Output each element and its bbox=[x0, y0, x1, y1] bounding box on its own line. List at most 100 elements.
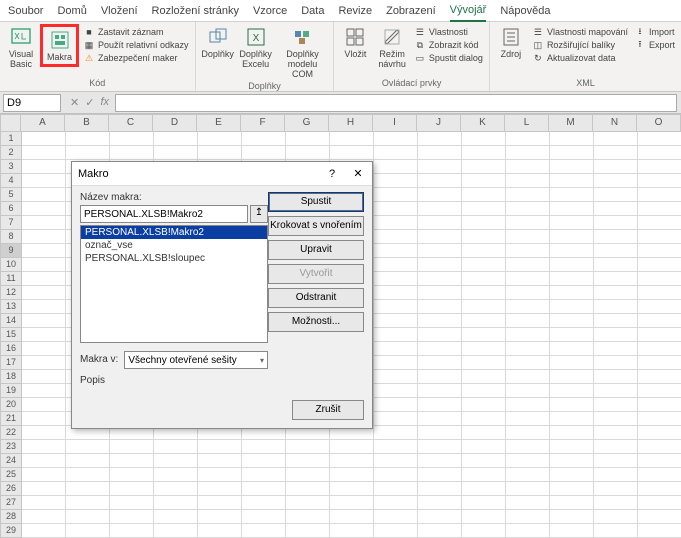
mapovani-button[interactable]: ☰Vlastnosti mapování bbox=[530, 26, 630, 38]
tab-vzorce[interactable]: Vzorce bbox=[253, 5, 287, 17]
zobrazit-kod-button[interactable]: ⧉Zobrazit kód bbox=[412, 39, 485, 51]
tab-data[interactable]: Data bbox=[301, 5, 324, 17]
row-header[interactable]: 28 bbox=[0, 510, 22, 524]
row-header[interactable]: 10 bbox=[0, 258, 22, 272]
spustit-button[interactable]: Spustit bbox=[268, 192, 364, 212]
relativni-odkazy-button[interactable]: ▦Použít relativní odkazy bbox=[81, 39, 191, 51]
zrusit-button[interactable]: Zrušit bbox=[292, 400, 364, 420]
col-header[interactable]: L bbox=[505, 114, 549, 132]
makra-v-combo[interactable]: Všechny otevřené sešity ▾ bbox=[124, 351, 268, 369]
moznosti-button[interactable]: Možnosti... bbox=[268, 312, 364, 332]
enter-icon[interactable]: ✓ bbox=[85, 96, 94, 109]
col-header[interactable]: I bbox=[373, 114, 417, 132]
col-header[interactable]: N bbox=[593, 114, 637, 132]
vlastnosti-button[interactable]: ☰Vlastnosti bbox=[412, 26, 485, 38]
zabezpeceni-maker-button[interactable]: ⚠Zabezpečení maker bbox=[81, 52, 191, 64]
row-header[interactable]: 21 bbox=[0, 412, 22, 426]
row-header[interactable]: 4 bbox=[0, 174, 22, 188]
aktualizovat-button[interactable]: ↻Aktualizovat data bbox=[530, 52, 630, 64]
tab-rozlozeni[interactable]: Rozložení stránky bbox=[152, 5, 239, 17]
row-header[interactable]: 16 bbox=[0, 342, 22, 356]
tab-revize[interactable]: Revize bbox=[338, 5, 372, 17]
makra-button[interactable]: Makra bbox=[40, 24, 79, 67]
vlozit-button[interactable]: Vložit bbox=[338, 24, 372, 61]
zdroj-button[interactable]: Zdroj bbox=[494, 24, 528, 61]
export-button[interactable]: ⭱Export bbox=[632, 39, 677, 51]
zastavit-zaznam-button[interactable]: ■Zastavit záznam bbox=[81, 26, 191, 38]
row-header[interactable]: 23 bbox=[0, 440, 22, 454]
row-header[interactable]: 18 bbox=[0, 370, 22, 384]
rezim-navrhu-button[interactable]: Režim návrhu bbox=[374, 24, 410, 71]
odstranit-button[interactable]: Odstranit bbox=[268, 288, 364, 308]
row-header[interactable]: 12 bbox=[0, 286, 22, 300]
row-header[interactable]: 7 bbox=[0, 216, 22, 230]
name-box[interactable]: D9 bbox=[3, 94, 61, 112]
row-header[interactable]: 2 bbox=[0, 146, 22, 160]
tab-napoveda[interactable]: Nápověda bbox=[500, 5, 550, 17]
macro-list[interactable]: PERSONAL.XLSB!Makro2 označ_vse PERSONAL.… bbox=[80, 225, 268, 343]
col-header[interactable]: K bbox=[461, 114, 505, 132]
tab-zobrazeni[interactable]: Zobrazení bbox=[386, 5, 436, 17]
row-header[interactable]: 9 bbox=[0, 244, 22, 258]
row-header[interactable]: 5 bbox=[0, 188, 22, 202]
col-header[interactable]: D bbox=[153, 114, 197, 132]
ribbon: Visual Basic Makra ■Zastavit záznam ▦Pou… bbox=[0, 22, 681, 92]
col-header[interactable]: H bbox=[329, 114, 373, 132]
row-header[interactable]: 19 bbox=[0, 384, 22, 398]
row-header[interactable]: 29 bbox=[0, 524, 22, 538]
list-item[interactable]: PERSONAL.XLSB!sloupec bbox=[81, 252, 267, 265]
krokovat-button[interactable]: Krokovat s vnořením bbox=[268, 216, 364, 236]
row-header[interactable]: 13 bbox=[0, 300, 22, 314]
col-header[interactable]: M bbox=[549, 114, 593, 132]
tab-soubor[interactable]: Soubor bbox=[8, 5, 43, 17]
row-header[interactable]: 22 bbox=[0, 426, 22, 440]
warning-icon: ⚠ bbox=[83, 52, 95, 64]
row-header[interactable]: 26 bbox=[0, 482, 22, 496]
view-code-icon: ⧉ bbox=[414, 39, 426, 51]
col-header[interactable]: F bbox=[241, 114, 285, 132]
col-header[interactable]: J bbox=[417, 114, 461, 132]
group-kod: Visual Basic Makra ■Zastavit záznam ▦Pou… bbox=[0, 22, 196, 91]
row-header[interactable]: 24 bbox=[0, 454, 22, 468]
doplnky-button[interactable]: Doplňky bbox=[200, 24, 236, 61]
col-header[interactable]: G bbox=[285, 114, 329, 132]
dialog-title: Makro bbox=[78, 168, 109, 180]
macro-name-input[interactable] bbox=[80, 205, 248, 223]
collapse-button[interactable]: ↥ bbox=[250, 205, 268, 223]
col-header[interactable]: O bbox=[637, 114, 681, 132]
doplnky-com-button[interactable]: Doplňky modelu COM bbox=[276, 24, 330, 81]
spustit-dialog-button[interactable]: ▭Spustit dialog bbox=[412, 52, 485, 64]
fx-icon[interactable]: fx bbox=[100, 96, 109, 109]
list-item[interactable]: označ_vse bbox=[81, 239, 267, 252]
visual-basic-button[interactable]: Visual Basic bbox=[4, 24, 38, 71]
row-header[interactable]: 20 bbox=[0, 398, 22, 412]
row-header[interactable]: 8 bbox=[0, 230, 22, 244]
upravit-button[interactable]: Upravit bbox=[268, 240, 364, 260]
tab-vlozeni[interactable]: Vložení bbox=[101, 5, 138, 17]
row-header[interactable]: 3 bbox=[0, 160, 22, 174]
col-header[interactable]: E bbox=[197, 114, 241, 132]
baliky-button[interactable]: ◫Rozšiřující balíky bbox=[530, 39, 630, 51]
col-header[interactable]: C bbox=[109, 114, 153, 132]
col-header[interactable]: B bbox=[65, 114, 109, 132]
list-item[interactable]: PERSONAL.XLSB!Makro2 bbox=[81, 226, 267, 239]
tab-domu[interactable]: Domů bbox=[57, 5, 86, 17]
row-header[interactable]: 27 bbox=[0, 496, 22, 510]
row-header[interactable]: 6 bbox=[0, 202, 22, 216]
row-header[interactable]: 14 bbox=[0, 314, 22, 328]
row-header[interactable]: 1 bbox=[0, 132, 22, 146]
row-header[interactable]: 15 bbox=[0, 328, 22, 342]
select-all-corner[interactable] bbox=[0, 114, 21, 132]
name-label: Název makra: bbox=[80, 192, 268, 203]
row-header[interactable]: 11 bbox=[0, 272, 22, 286]
close-button[interactable]: ✕ bbox=[350, 167, 366, 180]
formula-input[interactable] bbox=[115, 94, 677, 112]
col-header[interactable]: A bbox=[21, 114, 65, 132]
doplnky-excelu-button[interactable]: XDoplňky Excelu bbox=[238, 24, 274, 71]
cancel-icon[interactable]: ✕ bbox=[70, 96, 79, 109]
row-header[interactable]: 17 bbox=[0, 356, 22, 370]
vytvorit-button[interactable]: Vytvořit bbox=[268, 264, 364, 284]
tab-vyvojar[interactable]: Vývojář bbox=[450, 0, 487, 22]
help-button[interactable]: ? bbox=[324, 168, 340, 180]
row-header[interactable]: 25 bbox=[0, 468, 22, 482]
